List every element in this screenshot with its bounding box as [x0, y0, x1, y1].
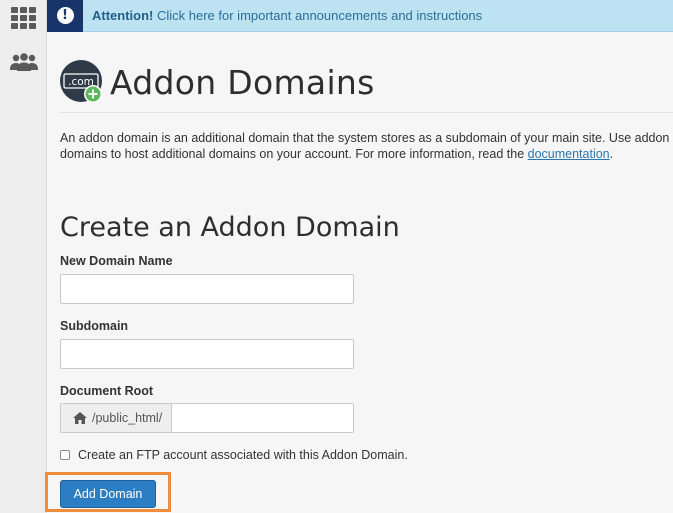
grid-icon — [11, 7, 36, 29]
section-title: Create an Addon Domain — [60, 212, 400, 243]
document-root-label: Document Root — [60, 384, 154, 398]
banner-icon-box: ! — [47, 0, 83, 32]
users-icon — [9, 53, 38, 71]
banner-strong: Attention! — [92, 8, 154, 23]
left-sidebar — [0, 0, 47, 513]
users-button[interactable] — [0, 44, 47, 80]
home-icon — [73, 412, 87, 424]
add-domain-button[interactable]: Add Domain — [60, 480, 156, 508]
document-root-input[interactable] — [172, 404, 353, 432]
page-header: .com Addon Domains — [60, 60, 375, 104]
subdomain-input[interactable] — [60, 339, 354, 369]
banner-message: Click here for important announcements a… — [153, 8, 483, 23]
apps-grid-button[interactable] — [0, 0, 47, 36]
document-root-prefix-text: /public_html/ — [92, 411, 163, 425]
page-title: Addon Domains — [110, 62, 375, 102]
documentation-link[interactable]: documentation — [528, 147, 610, 161]
addon-domain-icon: .com — [60, 60, 104, 104]
new-domain-label: New Domain Name — [60, 254, 173, 268]
document-root-prefix: /public_html/ — [61, 404, 172, 432]
ftp-checkbox-row: Create an FTP account associated with th… — [60, 448, 408, 462]
ftp-checkbox[interactable] — [60, 450, 70, 460]
document-root-group: /public_html/ — [60, 403, 354, 433]
exclamation-icon: ! — [56, 7, 74, 24]
divider — [60, 112, 673, 113]
announcement-banner[interactable]: ! Attention! Click here for important an… — [47, 0, 673, 32]
new-domain-input[interactable] — [60, 274, 354, 304]
subdomain-label: Subdomain — [60, 319, 129, 333]
banner-text: Attention! Click here for important anno… — [92, 8, 482, 23]
page-description: An addon domain is an additional domain … — [60, 130, 672, 162]
ftp-checkbox-label[interactable]: Create an FTP account associated with th… — [78, 448, 408, 462]
description-end: . — [609, 147, 614, 161]
